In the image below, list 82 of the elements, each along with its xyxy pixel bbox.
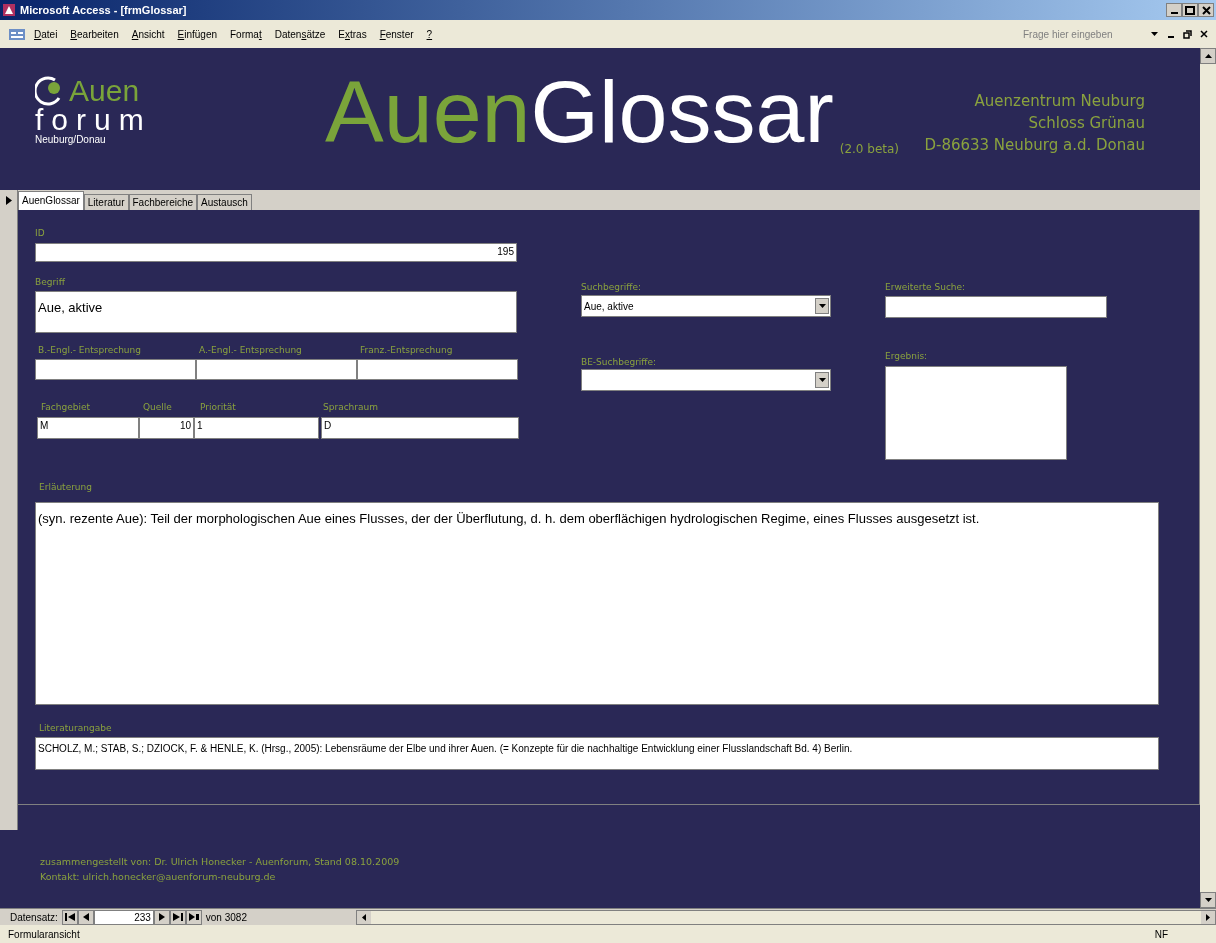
field-label: Erweiterte Suche: [885,281,967,294]
input-field[interactable]: 10 [139,417,194,439]
input-field[interactable]: Aue, aktive [35,291,517,333]
arrow-icon [156,913,167,921]
current-record-icon [5,195,12,205]
input-field[interactable] [35,359,196,380]
app-icon [2,3,16,17]
field-label: Quelle [143,401,173,414]
maximize-icon [1185,5,1195,15]
arrow-icon [188,913,199,921]
scroll-right-icon[interactable] [1206,913,1210,921]
window-title: Microsoft Access - [frmGlossar] [20,2,188,18]
field-label: Ergebnis: [885,350,929,363]
menu-item[interactable]: ? [426,26,433,42]
field-label: BE-Suchbegriffe: [581,356,658,369]
input-field[interactable] [196,359,357,380]
vertical-scrollbar[interactable] [1200,48,1216,908]
menu-item[interactable]: Einfügen [177,26,217,42]
app-title: AuenGlossar [325,68,834,156]
field-label: A.-Engl.- Entsprechung [199,344,303,357]
input-field[interactable]: 195 [35,243,517,262]
menu-item[interactable]: Format [230,26,262,42]
form-icon [8,27,26,41]
result-list[interactable] [885,366,1067,460]
maximize-button[interactable] [1182,3,1198,17]
field-label: Priorität [200,401,237,414]
close-icon [1201,5,1211,15]
version-label: (2.0 beta) [839,141,900,158]
arrow-icon [64,913,75,921]
field-label: Suchbegriffe: [581,281,642,294]
status-indicator: NF [1154,927,1168,942]
logo-subtitle: Neuburg/Donau [35,134,107,146]
menu-item[interactable]: Datensätze [274,26,326,42]
scroll-up-icon[interactable] [1204,54,1212,58]
input-field[interactable]: M [37,417,139,439]
field-label: Franz.-Entsprechung [360,344,454,357]
menu-item[interactable]: Fenster [379,26,414,42]
address-line: Auenzentrum Neuburg [974,91,1145,112]
tab[interactable]: AuenGlossar [18,191,84,210]
dropdown-field[interactable]: Aue, aktive [581,295,831,317]
input-field[interactable]: 1 [194,417,319,439]
menu-item[interactable]: Ansicht [131,26,165,42]
address-line: D-86633 Neuburg a.d. Donau [924,135,1145,156]
input-field[interactable]: SCHOLZ, M.; STAB, S.; DZIOCK, F. & HENLE, K. (Hrsg., 2005): Lebensräume der Elbe und ihrer Auen. (= Konzepte für die nachhaltige Entwicklung einer Flusslandschaft Bd. 4) Berlin. [35,737,1159,770]
field-label: Sprachraum [323,401,378,414]
footer-text: Kontakt: ulrich.honecker@auenforum-neuburg.de [40,870,277,884]
dropdown-field[interactable] [581,369,831,391]
minimize-icon [1170,12,1178,14]
field-label: Literaturangabe [39,722,113,735]
status-text: Formularansicht [8,927,81,942]
field-label: B.-Engl.- Entsprechung [38,344,142,357]
field-label: ID [35,227,46,240]
tab[interactable]: Austausch [197,194,252,210]
scroll-down-icon[interactable] [1204,898,1212,902]
input-field[interactable]: (syn. rezente Aue): Teil der morphologischen Aue eines Flusses, der der Überflutung, d. h. dem oberflächigen hydrologischen Regime, eines Flusses ausgesetzt ist. [35,502,1159,705]
logo-text: Auen [69,76,140,106]
field-label: Fachgebiet [41,401,92,414]
input-field[interactable] [885,296,1107,318]
arrow-icon [172,913,183,921]
field-label: Erläuterung [39,481,93,494]
dropdown-arrow-icon[interactable] [1151,32,1159,36]
navigation-label: Datensatz: [10,910,58,925]
horizontal-scrollbar[interactable] [355,909,1216,925]
close-button[interactable] [1198,3,1214,17]
tab[interactable]: Literatur [83,194,129,210]
record-count: von 3082 [205,910,248,925]
tab[interactable]: Fachbereiche [128,194,198,210]
footer-text: zusammengestellt von: Dr. Ulrich Honecker - Auenforum, Stand 08.10.2009 [40,855,401,869]
field-label: Begriff [35,276,66,289]
menu-item[interactable]: Bearbeiten [70,26,119,42]
menu-item[interactable]: Datei [34,26,58,42]
input-field[interactable]: D [321,417,519,439]
close-icon[interactable] [1200,30,1208,38]
minimize-button[interactable] [1166,3,1182,17]
navigation-button[interactable] [61,909,78,925]
scroll-left-icon[interactable] [361,913,366,921]
record-number-field[interactable]: 233 [93,909,154,925]
restore-icon[interactable] [1183,29,1192,39]
input-field[interactable] [357,359,518,380]
address-line: Schloss Grünau [1028,113,1145,134]
logo-text: forum [35,106,153,134]
menu-item[interactable]: Extras [338,26,367,42]
